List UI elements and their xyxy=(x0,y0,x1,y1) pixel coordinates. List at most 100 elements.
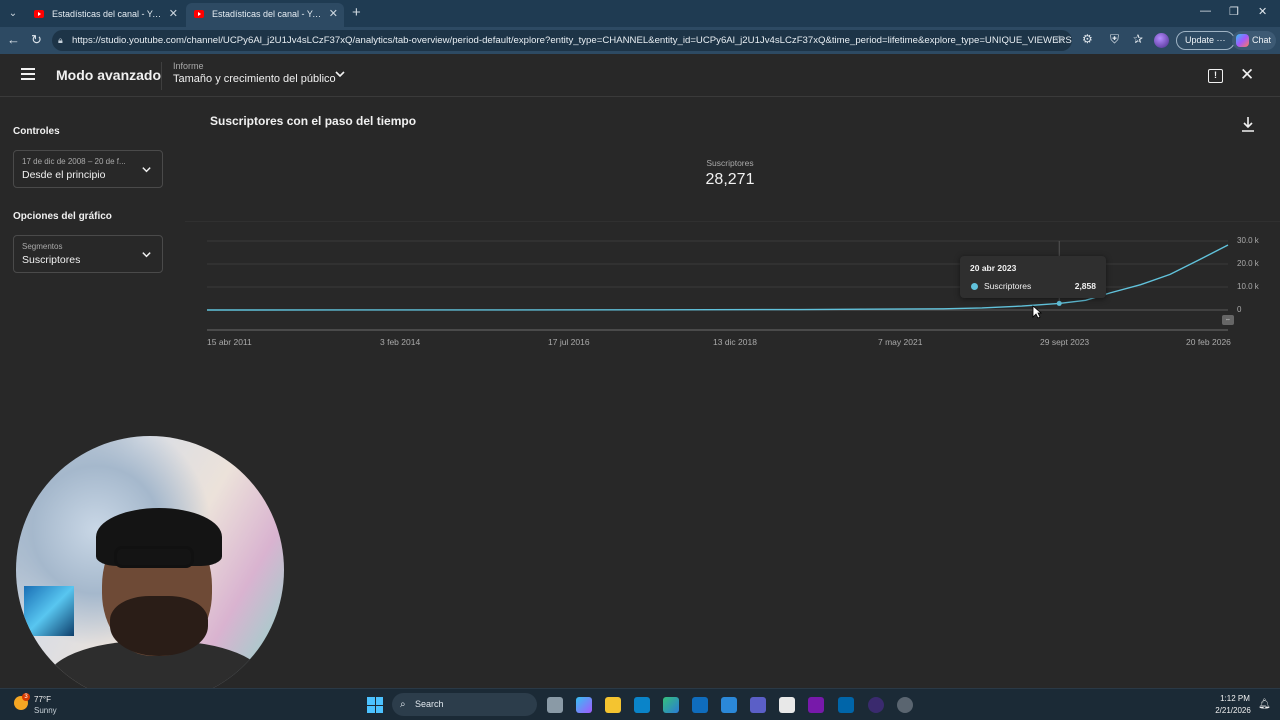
x-tick-label: 15 abr 2011 xyxy=(207,337,252,347)
segments-value: Suscriptores xyxy=(22,254,81,266)
file-explorer-icon[interactable] xyxy=(605,697,621,713)
teams-icon[interactable] xyxy=(750,697,766,713)
minimize-icon[interactable]: — xyxy=(1200,5,1211,17)
assistant-app-icon[interactable] xyxy=(868,697,884,713)
browser-tab[interactable]: Estadísticas del canal - YouTube Studio … xyxy=(26,3,184,27)
x-tick-label: 17 jul 2016 xyxy=(548,337,590,347)
back-icon[interactable]: ← xyxy=(7,32,20,47)
onenote-icon[interactable] xyxy=(808,697,824,713)
webcam-overlay xyxy=(16,436,284,704)
y-tick-label: 30.0 k xyxy=(1237,236,1259,245)
copilot-chat-button[interactable]: Chat xyxy=(1232,31,1276,50)
x-tick-label: 3 feb 2014 xyxy=(380,337,421,347)
taskbar-search[interactable]: ⌕ Search xyxy=(392,693,537,716)
weather-temperature[interactable]: 77°F xyxy=(34,695,51,704)
segments-dropdown[interactable]: Segmentos Suscriptores xyxy=(13,235,163,273)
person-glasses xyxy=(114,546,194,568)
chart-title: Suscriptores con el paso del tiempo xyxy=(210,114,417,128)
browser-essentials-icon[interactable]: ⛨ xyxy=(1110,32,1119,47)
browser-tab-bar: ⌄ Estadísticas del canal - YouTube Studi… xyxy=(0,0,1280,27)
series-color-dot xyxy=(971,283,978,290)
todo-icon[interactable] xyxy=(721,697,737,713)
tooltip-series-name: Suscriptores xyxy=(984,281,1032,291)
browser-tab-active[interactable]: Estadísticas del canal - YouTube Studio … xyxy=(186,3,344,27)
date-range-value: Desde el principio xyxy=(22,169,106,181)
person-beard xyxy=(110,596,208,656)
update-label: Update xyxy=(1185,35,1215,45)
metric-label: Suscriptores xyxy=(706,158,754,168)
weather-badge: 3 xyxy=(22,693,30,701)
vscode-icon[interactable] xyxy=(838,697,854,713)
header-divider xyxy=(161,62,162,90)
edge-browser-icon[interactable] xyxy=(663,697,679,713)
close-tab-icon[interactable]: ✕ xyxy=(169,3,178,25)
teams-chat-icon[interactable] xyxy=(634,697,650,713)
favorite-star-icon[interactable]: ☆ xyxy=(1054,30,1064,51)
x-tick-label: 7 may 2021 xyxy=(878,337,923,347)
new-tab-icon[interactable]: + xyxy=(352,4,361,21)
weather-description[interactable]: Sunny xyxy=(34,706,57,715)
extensions-icon[interactable]: ⚙ xyxy=(1082,32,1093,46)
download-icon[interactable] xyxy=(1241,116,1255,132)
chat-label: Chat xyxy=(1252,35,1272,45)
notepad-icon[interactable] xyxy=(779,697,795,713)
windows-start-icon[interactable] xyxy=(367,697,383,713)
close-icon[interactable]: ✕ xyxy=(1240,65,1254,85)
hover-point[interactable] xyxy=(1056,300,1062,306)
outlook-icon[interactable] xyxy=(692,697,708,713)
copilot-icon xyxy=(1236,34,1249,47)
browser-tab-title: Estadísticas del canal - YouTube Studio xyxy=(212,9,344,19)
clock-time[interactable]: 1:12 PM xyxy=(1215,694,1255,703)
chart-options-heading: Opciones del gráfico xyxy=(13,211,112,222)
metric-divider xyxy=(185,221,1280,222)
reload-icon[interactable]: ↻ xyxy=(31,32,42,48)
controls-heading: Controles xyxy=(13,126,60,137)
x-tick-label: 13 dic 2018 xyxy=(713,337,757,347)
studio-header: Modo avanzado Informe Tamaño y crecimien… xyxy=(0,54,1280,97)
date-range-dropdown[interactable]: 17 de dic de 2008 – 20 de f... Desde el … xyxy=(13,150,163,188)
notification-bell-icon[interactable]: 🔔︎ xyxy=(1258,699,1271,710)
metric-value: 28,271 xyxy=(705,171,755,188)
task-view-icon[interactable] xyxy=(547,697,563,713)
chevron-down-icon xyxy=(142,167,151,173)
update-button[interactable]: Update ⋯ xyxy=(1176,31,1235,50)
profile-avatar[interactable] xyxy=(1154,33,1169,48)
window-close-icon[interactable]: ✕ xyxy=(1258,5,1267,18)
search-placeholder: Search xyxy=(415,699,444,709)
segments-label: Segmentos xyxy=(22,242,63,251)
y-tick-label: 20.0 k xyxy=(1237,259,1259,268)
chrome-browser-icon[interactable] xyxy=(897,697,913,713)
tooltip-date: 20 abr 2023 xyxy=(970,263,1017,273)
page-title: Modo avanzado xyxy=(56,67,162,83)
favorites-icon[interactable]: ✰ xyxy=(1133,32,1143,46)
search-icon: ⌕ xyxy=(400,699,406,710)
browser-address-bar: ← ↻ 🔒︎ https://studio.youtube.com/channe… xyxy=(0,27,1280,54)
y-tick-label: 10.0 k xyxy=(1237,282,1259,291)
feedback-icon[interactable]: ! xyxy=(1208,69,1223,83)
site-info-icon[interactable]: 🔒︎ xyxy=(58,30,63,51)
url-text: https://studio.youtube.com/channel/UCPy6… xyxy=(72,35,1072,46)
browser-tab-title: Estadísticas del canal - YouTube Studio xyxy=(52,9,184,19)
report-label: Informe xyxy=(173,61,204,71)
url-field[interactable]: 🔒︎ https://studio.youtube.com/channel/UC… xyxy=(52,30,1072,51)
chevron-down-icon xyxy=(142,252,151,258)
zoom-reset-icon[interactable]: ⇔ xyxy=(1222,315,1234,325)
x-tick-label: 29 sept 2023 xyxy=(1040,337,1090,347)
report-selector[interactable]: Tamaño y crecimiento del público xyxy=(173,73,336,85)
date-range-detail: 17 de dic de 2008 – 20 de f... xyxy=(22,157,126,166)
youtube-studio-favicon-icon xyxy=(34,10,44,18)
chevron-down-icon[interactable] xyxy=(334,68,346,80)
tab-actions-menu-icon[interactable]: ⌄ xyxy=(4,5,22,22)
mouse-cursor-icon xyxy=(1032,305,1042,319)
tooltip-value: 2,858 xyxy=(1074,281,1096,291)
windows-taskbar: 3 77°F Sunny ⌕ Search 1:12 PM 2/21/2026 … xyxy=(0,688,1280,720)
wall-art xyxy=(24,586,74,636)
restore-icon[interactable]: ❐ xyxy=(1229,5,1239,18)
x-tick-label: 20 feb 2026 xyxy=(1186,337,1231,347)
y-tick-label: 0 xyxy=(1237,305,1242,314)
youtube-studio-favicon-icon xyxy=(194,10,204,18)
menu-icon[interactable] xyxy=(21,68,35,80)
clock-date[interactable]: 2/21/2026 xyxy=(1210,706,1256,715)
close-tab-icon[interactable]: ✕ xyxy=(329,3,338,25)
copilot-app-icon[interactable] xyxy=(576,697,592,713)
